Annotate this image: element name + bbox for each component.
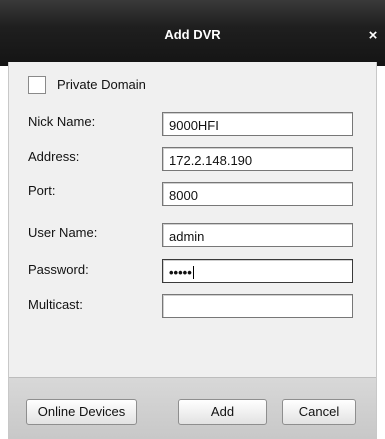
password-label: Password: [28, 262, 89, 277]
port-field[interactable]: 8000 [162, 182, 353, 206]
private-domain-checkbox[interactable] [28, 76, 46, 94]
title-bar: Add DVR × [0, 0, 385, 66]
form-panel: Private Domain Nick Name: 9000HFI Addres… [8, 62, 377, 439]
address-field[interactable]: 172.2.148.190 [162, 147, 353, 171]
multicast-field[interactable] [162, 294, 353, 318]
password-field[interactable]: ••••• [162, 259, 353, 283]
user-name-label: User Name: [28, 225, 98, 240]
text-caret [192, 266, 194, 279]
password-mask: ••••• [169, 265, 192, 280]
dialog-title: Add DVR [164, 27, 221, 42]
online-devices-button[interactable]: Online Devices [26, 399, 137, 425]
nick-name-label: Nick Name: [28, 114, 96, 129]
add-dvr-dialog: Add DVR × Private Domain Nick Name: 9000… [0, 0, 385, 439]
address-label: Address: [28, 149, 80, 164]
port-label: Port: [28, 183, 56, 198]
private-domain-label: Private Domain [57, 77, 146, 92]
button-bar: Online Devices Add Cancel [9, 377, 376, 439]
multicast-label: Multicast: [28, 297, 83, 312]
add-button[interactable]: Add [178, 399, 267, 425]
cancel-button[interactable]: Cancel [282, 399, 356, 425]
user-name-field[interactable]: admin [162, 223, 353, 247]
nick-name-field[interactable]: 9000HFI [162, 112, 353, 136]
close-icon[interactable]: × [366, 28, 380, 43]
